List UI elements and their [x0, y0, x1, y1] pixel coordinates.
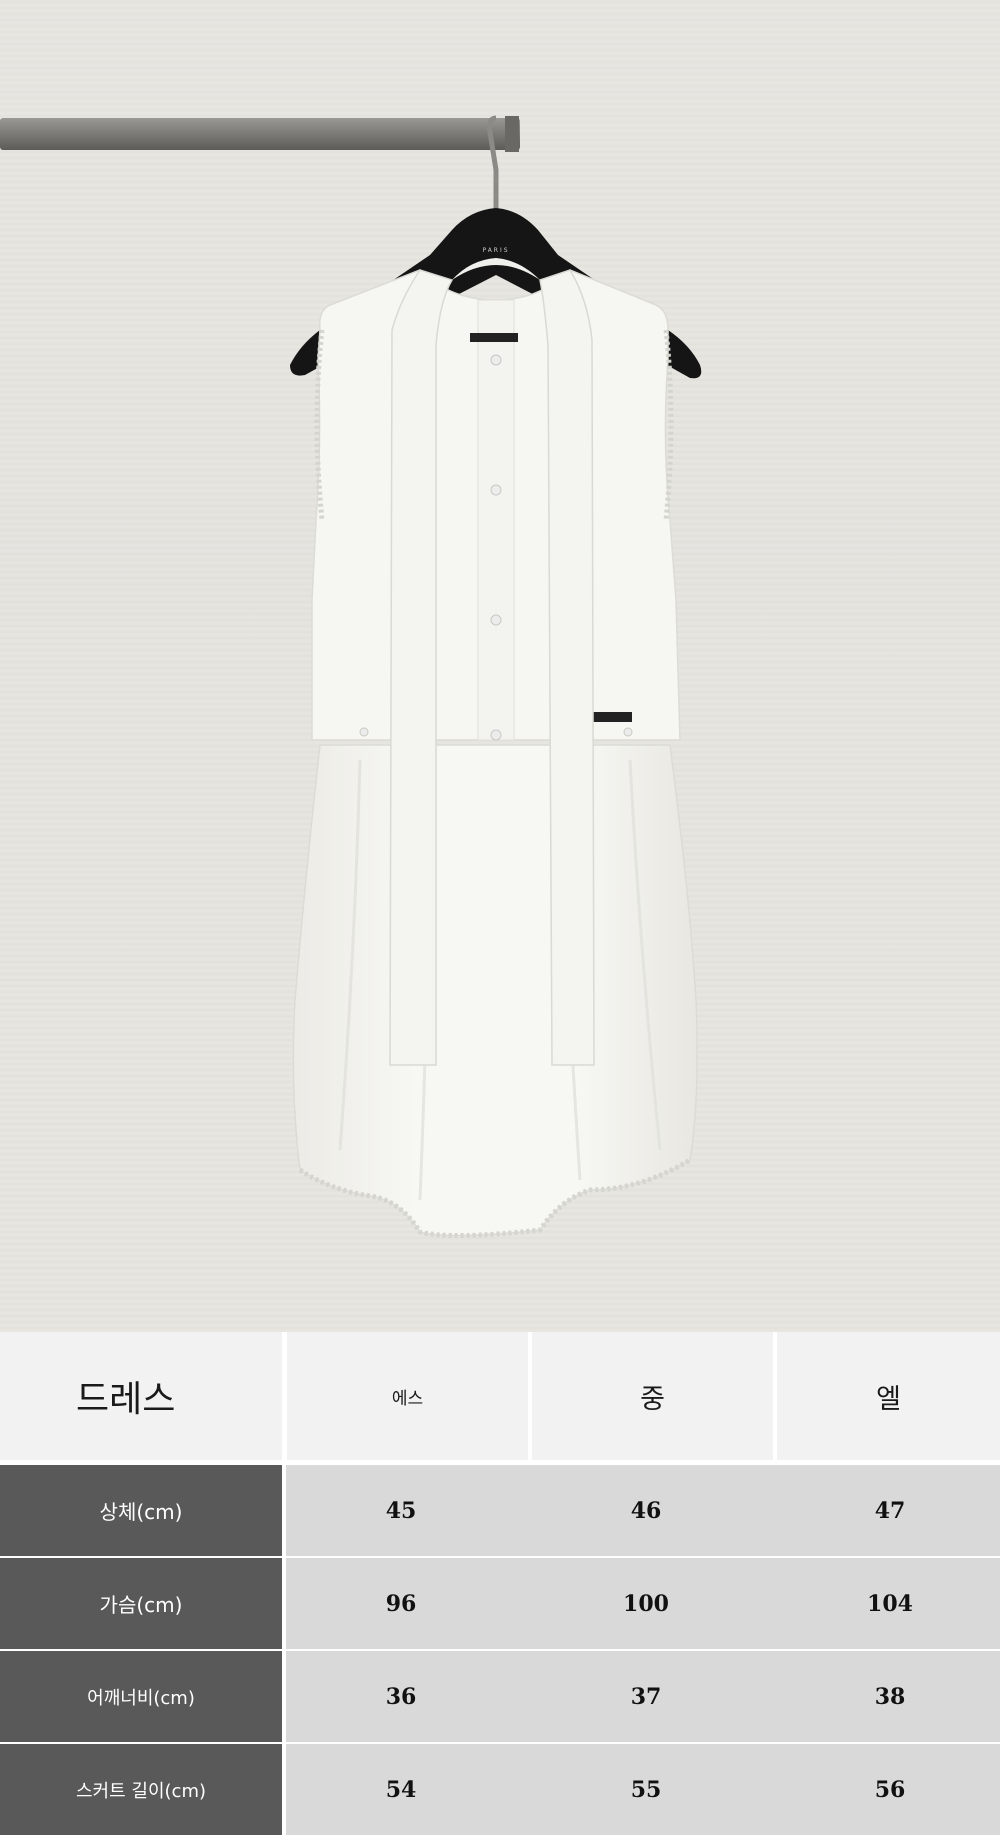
size-table-header: 드레스 에스 중 엘 [0, 1332, 1000, 1460]
dress-illustration: PARIS [0, 0, 1000, 1332]
value-cell: 104 [867, 1590, 913, 1617]
value-cell: 55 [630, 1776, 662, 1803]
side-label [592, 712, 632, 722]
table-row: 스커트 길이(cm) 54 55 56 [0, 1744, 1000, 1835]
row-values: 45 46 47 [286, 1465, 1000, 1556]
row-label: 상체(cm) [0, 1465, 282, 1556]
table-row: 가슴(cm) 96 100 104 [0, 1558, 1000, 1649]
value-cell: 100 [623, 1590, 669, 1617]
svg-text:PARIS: PARIS [482, 247, 509, 254]
value-cell: 54 [385, 1776, 417, 1803]
value-cell: 45 [385, 1497, 417, 1524]
row-label: 가슴(cm) [0, 1558, 282, 1649]
row-label: 스커트 길이(cm) [0, 1744, 282, 1835]
value-cell: 96 [385, 1590, 417, 1617]
value-cell: 38 [874, 1683, 906, 1710]
wall-rail [0, 118, 520, 150]
dress-skirt [292, 744, 698, 1239]
row-values: 36 37 38 [286, 1651, 1000, 1742]
value-cell: 37 [630, 1683, 662, 1710]
size-table: 드레스 에스 중 엘 상체(cm) 45 46 47 가슴(cm) 96 100… [0, 1332, 1000, 1835]
value-cell: 56 [874, 1776, 906, 1803]
value-cell: 46 [630, 1497, 662, 1524]
table-row: 어깨너비(cm) 36 37 38 [0, 1651, 1000, 1742]
table-title: 드레스 [0, 1332, 282, 1460]
row-values: 96 100 104 [286, 1558, 1000, 1649]
product-photo: PARIS [0, 0, 1000, 1332]
row-label: 어깨너비(cm) [0, 1651, 282, 1742]
size-header-l: 엘 [777, 1332, 1000, 1460]
row-values: 54 55 56 [286, 1744, 1000, 1835]
dress-bodice [311, 269, 681, 741]
brand-label [470, 333, 518, 342]
size-header-s: 에스 [287, 1332, 528, 1460]
size-header-m: 중 [532, 1332, 773, 1460]
value-cell: 36 [385, 1683, 417, 1710]
table-row: 상체(cm) 45 46 47 [0, 1465, 1000, 1556]
value-cell: 47 [874, 1497, 906, 1524]
